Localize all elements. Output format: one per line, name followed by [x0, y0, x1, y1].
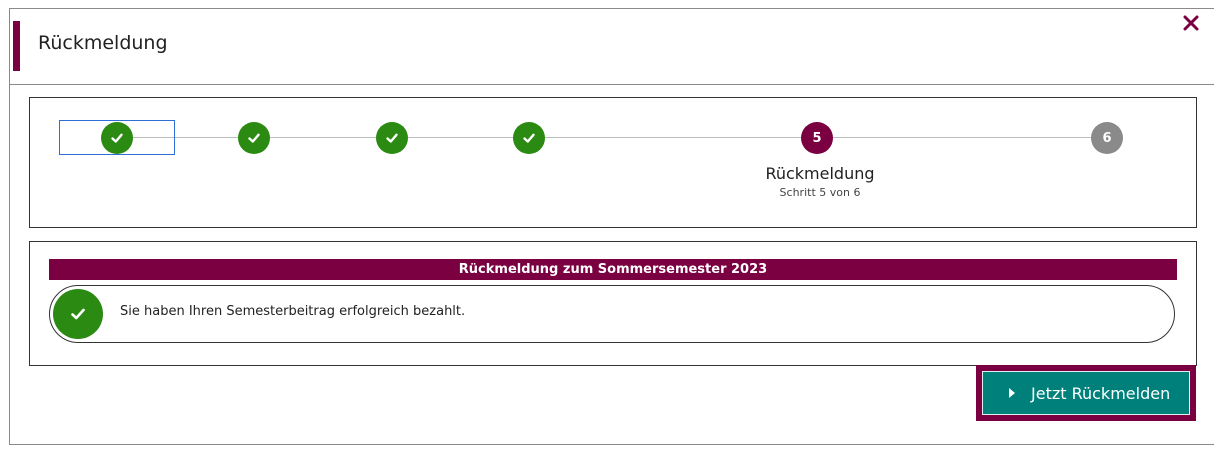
dialog-title: Rückmeldung	[38, 32, 168, 54]
current-step-sublabel: Schritt 5 von 6	[779, 186, 861, 199]
stepper: 5 6 Rückmeldung Schritt 5 von 6	[29, 97, 1197, 228]
chevron-right-icon	[1009, 388, 1015, 398]
submit-button-label: Jetzt Rückmelden	[1031, 383, 1171, 403]
step-1[interactable]	[101, 122, 133, 154]
semester-header: Rückmeldung zum Sommersemester 2023	[49, 259, 1177, 280]
step-6[interactable]: 6	[1091, 122, 1123, 154]
check-icon	[111, 133, 123, 143]
check-icon	[248, 133, 260, 143]
header-accent-bar	[13, 21, 20, 71]
success-message-text: Sie haben Ihren Semesterbeitrag erfolgre…	[120, 304, 466, 319]
step-2[interactable]	[238, 122, 270, 154]
close-icon	[1183, 15, 1199, 31]
close-button[interactable]	[1180, 12, 1202, 34]
submit-button[interactable]: Jetzt Rückmelden	[982, 371, 1190, 415]
check-circle-icon	[53, 289, 103, 339]
check-icon	[523, 133, 535, 143]
step-3[interactable]	[376, 122, 408, 154]
success-message: Sie haben Ihren Semesterbeitrag erfolgre…	[49, 285, 1175, 343]
check-icon	[386, 133, 398, 143]
step-4[interactable]	[513, 122, 545, 154]
current-step-label: Rückmeldung	[765, 164, 875, 183]
content-panel: Rückmeldung zum Sommersemester 2023 Sie …	[29, 241, 1197, 366]
dialog-header: Rückmeldung	[10, 9, 1214, 85]
step-5[interactable]: 5	[801, 122, 833, 154]
submit-button-focus-ring: Jetzt Rückmelden	[976, 365, 1196, 421]
